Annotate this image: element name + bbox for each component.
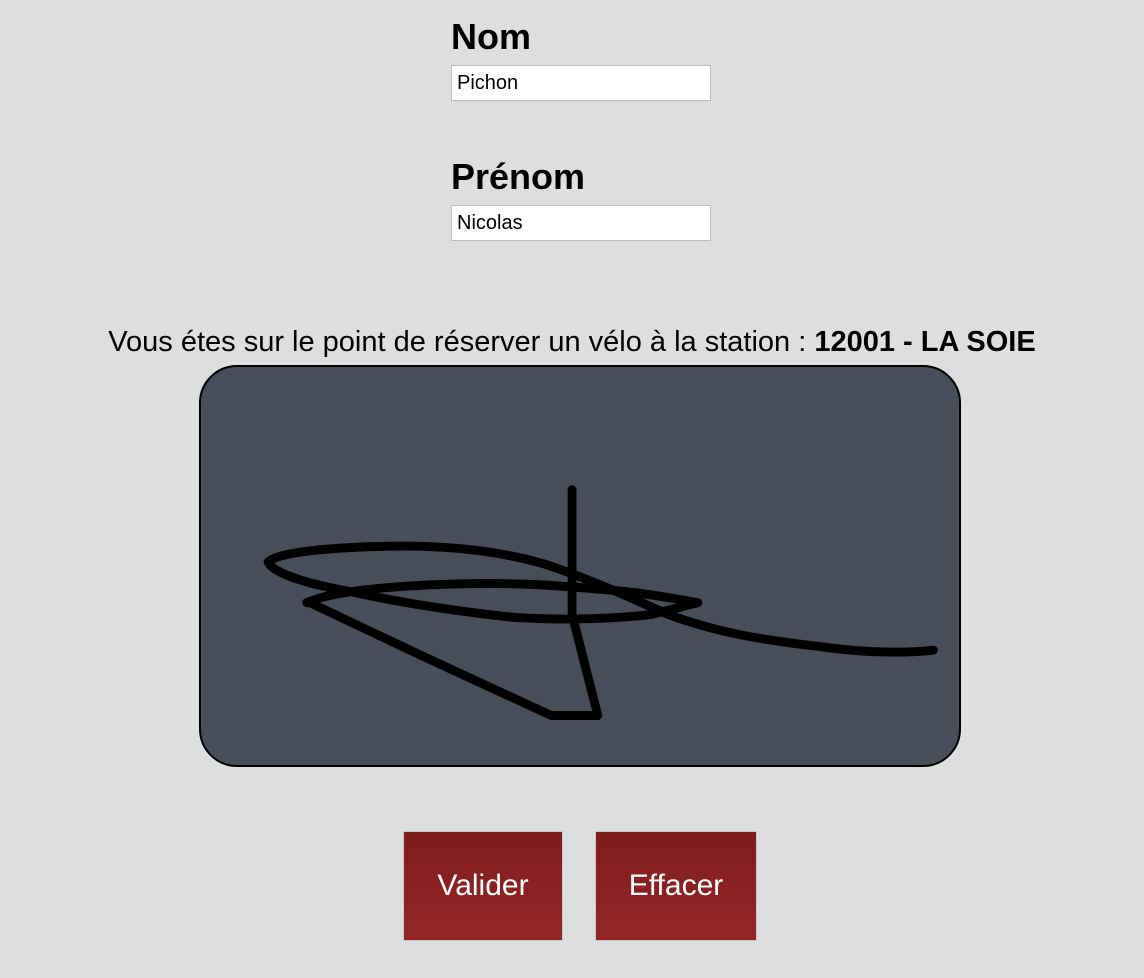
reservation-text: Vous étes sur le point de réserver un vé… [108,326,815,358]
reservation-message: Vous étes sur le point de réserver un vé… [0,321,1144,363]
nom-label: Nom [451,16,531,57]
signature-pad[interactable] [199,365,961,767]
signature-stroke [263,485,938,720]
clear-button[interactable]: Effacer [595,831,757,941]
signature-canvas[interactable] [201,367,959,765]
signature-drawing [263,485,938,720]
prenom-label: Prénom [451,156,586,197]
prenom-input[interactable] [451,205,711,241]
station-name: 12001 - LA SOIE [814,326,1036,358]
validate-button[interactable]: Valider [403,831,563,941]
nom-input[interactable] [451,65,711,101]
